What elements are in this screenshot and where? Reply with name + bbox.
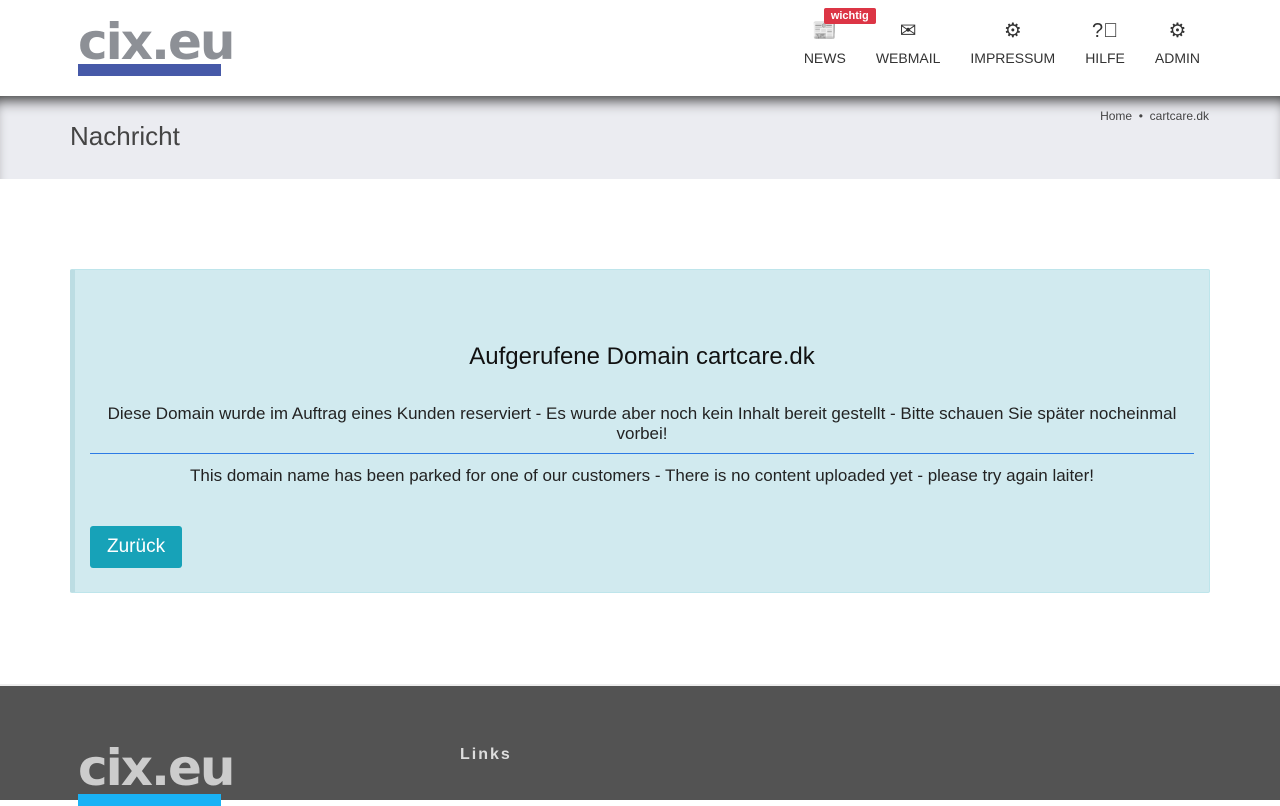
gears-icon: ⚙ (1003, 20, 1022, 42)
breadcrumb-home[interactable]: Home (1100, 109, 1132, 123)
footer: cix.eu Links (0, 684, 1280, 806)
page-title: Nachricht (70, 121, 180, 151)
nav-webmail[interactable]: ✉ WEBMAIL (876, 18, 941, 66)
nav-news[interactable]: 📰 wichtig NEWS (804, 8, 876, 66)
header: cix.eu 📰 wichtig NEWS ✉ WEBMAIL ⚙ IMPRESSUM … (0, 0, 1280, 96)
message-box: Aufgerufene Domain cartcare.dk Diese Dom… (70, 269, 1210, 593)
page-header: Nachricht Home • cartcare.dk (0, 96, 1280, 179)
message-text-en: This domain name has been parked for one… (189, 466, 1095, 485)
footer-links-title: Links (460, 746, 512, 763)
news-badge: wichtig (823, 8, 876, 24)
gears-icon: ⚙ (1168, 20, 1187, 42)
nav-admin[interactable]: ⚙ ADMIN (1155, 18, 1200, 66)
message-heading: Aufgerufene Domain cartcare.dk (469, 343, 815, 370)
footer-logo: cix.eu (78, 743, 236, 806)
main-nav: 📰 wichtig NEWS ✉ WEBMAIL ⚙ IMPRESSUM ?⃝ HILFE… (804, 8, 1200, 66)
breadcrumb: Home • cartcare.dk (1100, 109, 1209, 123)
envelope-icon: ✉ (899, 20, 917, 42)
back-button[interactable]: Zurück (90, 526, 183, 568)
message-text-de: Diese Domain wurde im Auftrag eines Kund… (90, 404, 1194, 454)
nav-hilfe[interactable]: ?⃝ HILFE (1085, 18, 1125, 66)
nav-impressum[interactable]: ⚙ IMPRESSUM (970, 18, 1055, 66)
logo[interactable]: cix.eu (78, 17, 236, 76)
question-circle-icon: ?⃝ (1091, 20, 1119, 42)
breadcrumb-current: cartcare.dk (1149, 109, 1209, 123)
